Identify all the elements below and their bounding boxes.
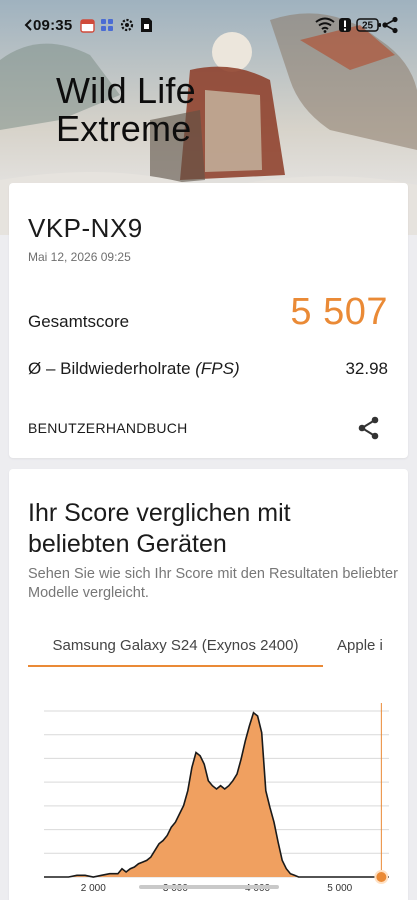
total-score-value: 5 507 [290,291,388,333]
fps-value: 32.98 [345,359,388,378]
alert-icon [338,15,352,35]
result-card: VKP-NX9 Mai 12, 2026 09:25 Gesamtscore 5… [9,183,408,458]
device-name: VKP-NX9 [28,213,143,243]
benchmark-title-line2: Extreme [56,108,192,149]
calendar-icon [80,15,95,35]
result-date: Mai 12, 2026 09:25 [28,250,131,264]
user-manual-button[interactable]: BENUTZERHANDBUCH [28,420,188,436]
apps-grid-icon [100,15,114,35]
settings-gear-icon [119,15,135,35]
battery-icon: 25 [356,15,382,35]
comparison-card: Ihr Score verglichen mit beliebten Gerät… [9,469,408,900]
x-tick-label: 2 000 [81,883,106,894]
your-score-marker [374,870,389,884]
chart-scroll-thumb[interactable] [139,885,279,889]
benchmark-title: Wild Life Extreme [56,72,196,148]
status-bar: 09:35 25 [0,0,417,52]
share-icon [358,416,379,440]
wifi-icon [315,15,335,35]
comparison-subtitle: Sehen Sie wie sich Ihr Score mit den Res… [28,566,398,601]
fps-label-text: Ø – Bildwiederholrate [28,359,196,378]
share-result-button[interactable] [356,415,382,441]
fps-label-unit: (FPS) [195,359,240,378]
tab-samsung-galaxy-s24[interactable]: Samsung Galaxy S24 (Exynos 2400) [28,627,323,667]
share-icon[interactable] [381,15,399,35]
x-tick-label: 5 000 [327,883,352,894]
score-distribution-chart: 2 0003 0004 0005 000 [44,703,389,894]
sim-card-icon [140,15,153,35]
total-score-label: Gesamtscore [28,312,130,331]
distribution-area [44,712,389,877]
comparison-title: Ihr Score verglichen mit beliebten Gerät… [28,499,291,558]
benchmark-title-line1: Wild Life [56,70,196,111]
active-tab-indicator [28,665,323,667]
battery-level: 25 [362,21,374,32]
tab-apple[interactable]: Apple i [337,627,408,654]
status-time: 09:35 [33,17,73,34]
fps-label: Ø – Bildwiederholrate (FPS) [28,359,240,379]
